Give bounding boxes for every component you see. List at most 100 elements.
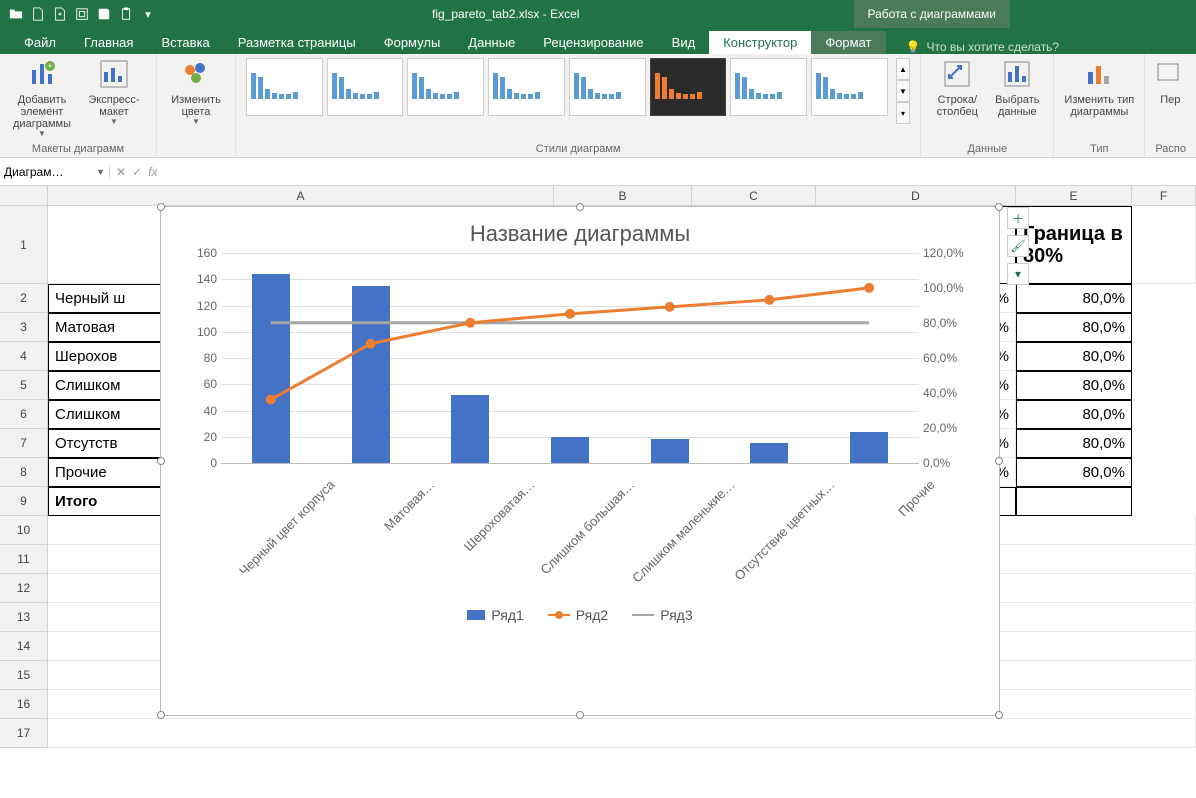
change-colors-button[interactable]: Изменить цвета ▼ [167, 58, 225, 127]
y-axis-left: 0 20 40 60 80 100 120 140 160 [177, 253, 217, 463]
row-header[interactable]: 16 [0, 690, 48, 719]
chart-style-thumb[interactable] [407, 58, 484, 116]
col-header[interactable]: C [692, 186, 816, 206]
row-header[interactable]: 2 [0, 284, 48, 313]
tell-me-search[interactable]: 💡 Что вы хотите сделать? [906, 40, 1060, 54]
col-header[interactable]: E [1016, 186, 1132, 206]
legend-item[interactable]: Ряд2 [548, 607, 608, 623]
row-header[interactable]: 11 [0, 545, 48, 574]
col-header[interactable]: F [1132, 186, 1196, 206]
tab-home[interactable]: Главная [70, 31, 147, 54]
row-header[interactable]: 9 [0, 487, 48, 516]
cell[interactable]: 80,0% [1016, 429, 1132, 458]
tab-design[interactable]: Конструктор [709, 31, 811, 54]
row-header[interactable]: 12 [0, 574, 48, 603]
tab-data[interactable]: Данные [454, 31, 529, 54]
row-header[interactable]: 17 [0, 719, 48, 748]
name-box[interactable]: Диаграм… ▼ [0, 165, 110, 179]
chevron-down-icon[interactable]: ▼ [96, 167, 105, 177]
column-headers: A B C D E F [0, 186, 1196, 206]
new-file-plus-icon[interactable] [50, 4, 70, 24]
cell[interactable] [48, 719, 1196, 748]
paste-icon[interactable] [116, 4, 136, 24]
row-header[interactable]: 15 [0, 661, 48, 690]
tab-page-layout[interactable]: Разметка страницы [224, 31, 370, 54]
chart-style-thumb[interactable] [488, 58, 565, 116]
legend-item[interactable]: Ряд3 [632, 607, 692, 623]
chart-style-thumb[interactable] [730, 58, 807, 116]
chart-legend[interactable]: Ряд1 Ряд2 Ряд3 [161, 607, 999, 623]
chevron-down-icon: ▼ [192, 118, 200, 127]
resize-handle[interactable] [995, 457, 1003, 465]
tab-formulas[interactable]: Формулы [370, 31, 455, 54]
row-header[interactable]: 6 [0, 400, 48, 429]
resize-handle[interactable] [157, 203, 165, 211]
gallery-more-icon[interactable]: ▾ [896, 102, 911, 124]
row-header[interactable]: 14 [0, 632, 48, 661]
row-header[interactable]: 8 [0, 458, 48, 487]
quick-layout-button[interactable]: Экспресс-макет ▼ [82, 58, 146, 127]
gallery-up-icon[interactable]: ▲ [896, 58, 911, 80]
col-header[interactable]: A [48, 186, 554, 206]
chart-object[interactable]: ＋ 🖌 ▾ Название диаграммы 0 20 40 60 80 1… [160, 206, 1000, 716]
chart-title[interactable]: Название диаграммы [161, 207, 999, 253]
cell[interactable]: 80,0% [1016, 371, 1132, 400]
resize-handle[interactable] [157, 711, 165, 719]
cell[interactable]: 80,0% [1016, 400, 1132, 429]
tab-file[interactable]: Файл [10, 31, 70, 54]
print-preview-icon[interactable] [72, 4, 92, 24]
cell[interactable]: 80,0% [1016, 342, 1132, 371]
col-header[interactable]: B [554, 186, 692, 206]
plot-area[interactable]: 0 20 40 60 80 100 120 140 160 0,0% 20,0%… [221, 253, 919, 463]
chart-styles-button[interactable]: 🖌 [1007, 235, 1029, 257]
chart-elements-button[interactable]: ＋ [1007, 207, 1029, 229]
row-header[interactable]: 5 [0, 371, 48, 400]
chart-style-thumb[interactable] [650, 58, 727, 116]
row-header[interactable]: 10 [0, 516, 48, 545]
cell[interactable] [1132, 206, 1196, 284]
y-tick-label: 60 [204, 377, 217, 391]
resize-handle[interactable] [576, 711, 584, 719]
select-all-triangle[interactable] [0, 186, 48, 206]
select-data-button[interactable]: Выбрать данные [991, 58, 1043, 118]
tab-review[interactable]: Рецензирование [529, 31, 657, 54]
cell[interactable] [1016, 487, 1132, 516]
enter-formula-icon[interactable]: ✓ [132, 165, 142, 179]
cell[interactable]: 80,0% [1016, 458, 1132, 487]
new-file-icon[interactable] [28, 4, 48, 24]
add-chart-element-button[interactable]: + Добавить элемент диаграммы ▼ [10, 58, 74, 139]
row-header[interactable]: 4 [0, 342, 48, 371]
x-tick-label: Прочие [814, 477, 938, 601]
cell[interactable]: 80,0% [1016, 284, 1132, 313]
tab-format[interactable]: Формат [811, 31, 885, 54]
move-chart-button[interactable]: Пер [1155, 58, 1185, 106]
resize-handle[interactable] [576, 203, 584, 211]
resize-handle[interactable] [995, 711, 1003, 719]
row-header[interactable]: 7 [0, 429, 48, 458]
switch-rowcol-button[interactable]: Строка/ столбец [931, 58, 983, 118]
resize-handle[interactable] [157, 457, 165, 465]
qat-dropdown-icon[interactable]: ▾ [138, 4, 158, 24]
fx-icon[interactable]: fx [148, 165, 157, 179]
tab-insert[interactable]: Вставка [147, 31, 223, 54]
row-header[interactable]: 3 [0, 313, 48, 342]
chart-filters-button[interactable]: ▾ [1007, 263, 1029, 285]
chart-style-thumb[interactable] [811, 58, 888, 116]
cancel-formula-icon[interactable]: ✕ [116, 165, 126, 179]
chart-style-thumb[interactable] [327, 58, 404, 116]
folder-open-icon[interactable] [6, 4, 26, 24]
save-icon[interactable] [94, 4, 114, 24]
row-header[interactable]: 1 [0, 206, 48, 284]
cumulative-line[interactable] [271, 288, 869, 400]
cell[interactable]: 80,0% [1016, 313, 1132, 342]
resize-handle[interactable] [995, 203, 1003, 211]
chart-style-thumb[interactable] [246, 58, 323, 116]
legend-item[interactable]: Ряд1 [467, 607, 523, 623]
cell[interactable]: Граница в 80% [1016, 206, 1132, 284]
gallery-down-icon[interactable]: ▼ [896, 80, 911, 102]
tab-view[interactable]: Вид [658, 31, 710, 54]
col-header[interactable]: D [816, 186, 1016, 206]
change-chart-type-button[interactable]: Изменить тип диаграммы [1064, 58, 1134, 118]
chart-style-thumb[interactable] [569, 58, 646, 116]
row-header[interactable]: 13 [0, 603, 48, 632]
